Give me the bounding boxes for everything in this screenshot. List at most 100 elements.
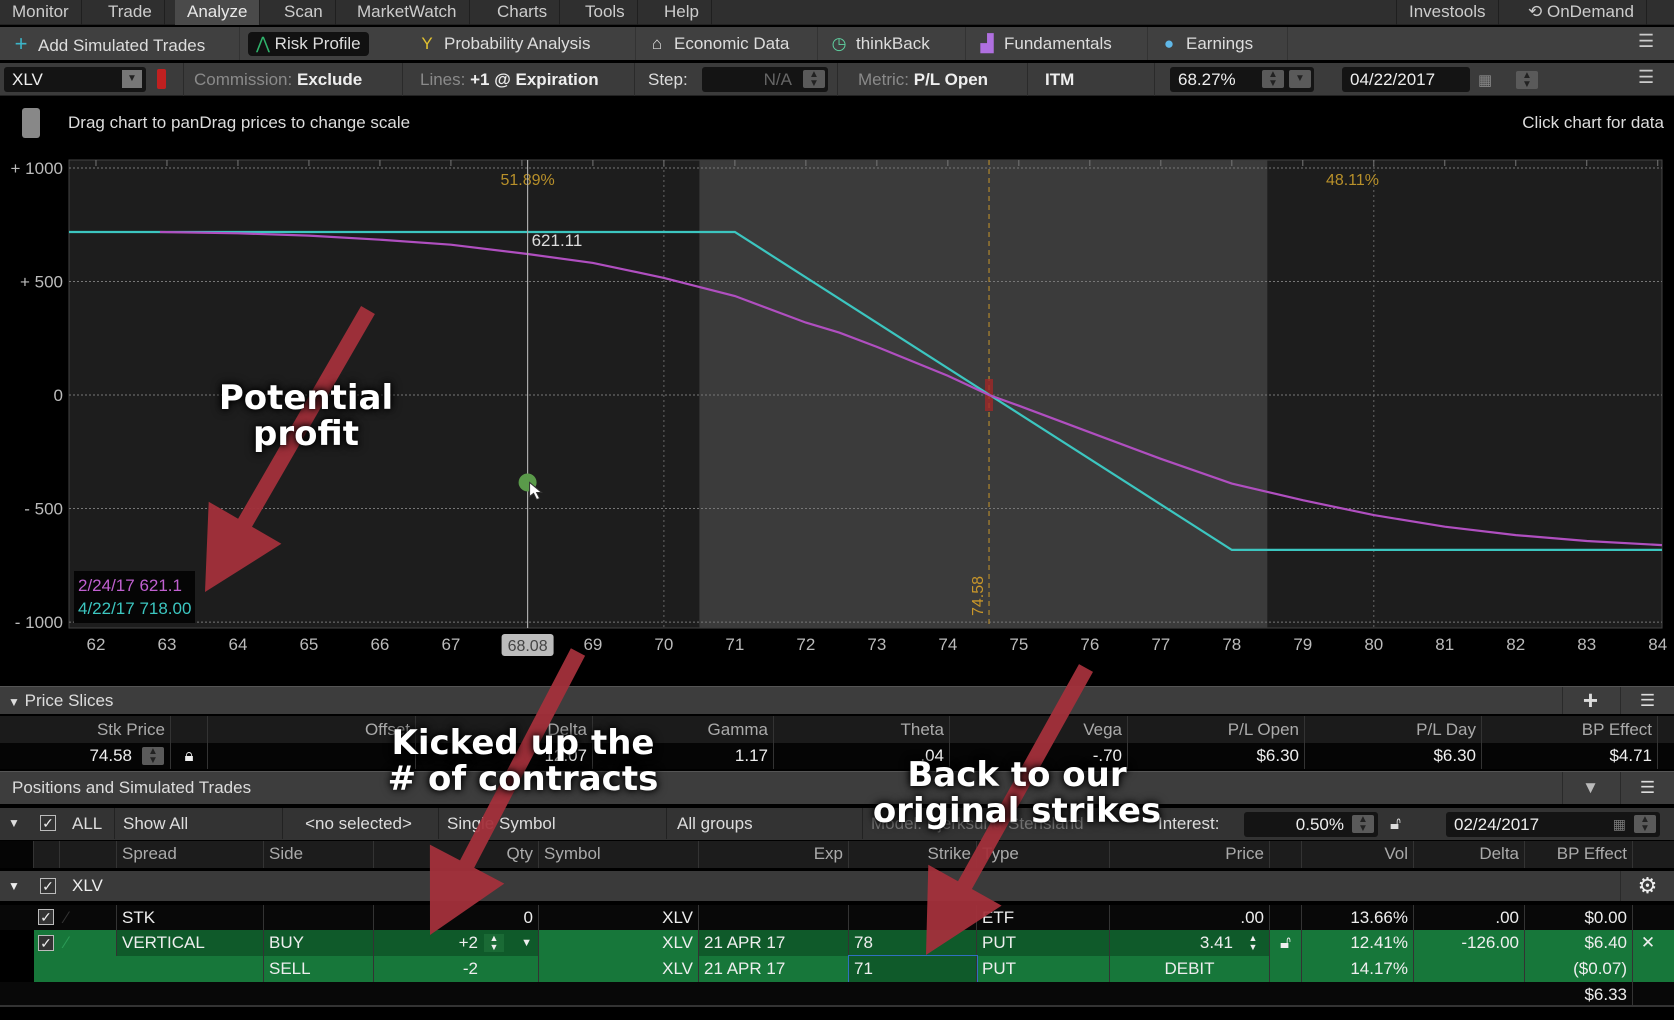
- spacer: [1270, 905, 1302, 930]
- selection-select[interactable]: <no selected>: [282, 808, 434, 839]
- group-row-xlv[interactable]: ▼ ✓ XLV ⚙: [0, 871, 1674, 901]
- remove-icon[interactable]: ✕: [1633, 930, 1663, 956]
- x-tick-label: 74: [938, 635, 957, 654]
- qty-stepper[interactable]: ▲ ▼: [484, 934, 504, 952]
- chart-mini-icon: ⁄: [60, 905, 117, 930]
- col-price[interactable]: Price: [1110, 841, 1270, 868]
- crosshair-value-label: 621.11: [532, 231, 583, 250]
- chevron-down-icon[interactable]: ▼: [521, 930, 532, 956]
- gear-icon[interactable]: ⚙: [1620, 871, 1674, 901]
- col-type[interactable]: Type: [977, 841, 1110, 868]
- col-exp[interactable]: Exp: [699, 841, 849, 868]
- x-tick-label: 77: [1151, 635, 1170, 654]
- group-checkbox[interactable]: ✓: [40, 878, 56, 894]
- x-tick-label: 78: [1222, 635, 1241, 654]
- col-symbol[interactable]: Symbol: [539, 841, 699, 868]
- annotation-line: Potential: [218, 378, 394, 418]
- positions-header[interactable]: Positions and Simulated Trades ▼ ☰: [0, 771, 1674, 804]
- x-tick-label: 76: [1080, 635, 1099, 654]
- bp-cell: $6.40: [1525, 930, 1633, 956]
- positions-menu-icon[interactable]: ☰: [1620, 772, 1674, 804]
- x-tick-label: 72: [796, 635, 815, 654]
- x-tick-label: 84: [1648, 635, 1667, 654]
- group-symbol: XLV: [72, 876, 103, 895]
- annotation-strikes: Back to our original strikes: [857, 757, 1177, 829]
- col-stk-price: Stk Price: [0, 716, 171, 743]
- positions-column-headers: Spread Side Qty Symbol Exp Strike Type P…: [0, 841, 1674, 868]
- risk-profile-chart[interactable]: + 1000 + 500 0 - 500 - 1000 62 63 64 65 66 67 69 70 7…: [0, 0, 1674, 680]
- x-tick-label: 73: [867, 635, 886, 654]
- add-slice-icon[interactable]: +: [1562, 687, 1618, 714]
- calendar-icon[interactable]: ▦: [1613, 812, 1626, 837]
- chevron-down-icon[interactable]: ▼: [8, 871, 20, 901]
- chevron-down-icon[interactable]: ▼: [8, 695, 20, 709]
- positions-total-row: $6.33: [0, 982, 1674, 1007]
- qty-cell[interactable]: 0: [374, 905, 539, 930]
- symbol-mode-select[interactable]: Single Symbol: [438, 808, 662, 839]
- spacer: [60, 841, 117, 868]
- select-all-checkbox[interactable]: ✓: [40, 815, 56, 831]
- row-checkbox[interactable]: ✓: [38, 935, 54, 951]
- price-slices-header[interactable]: ▼ Price Slices + ☰: [0, 686, 1674, 714]
- lock-icon[interactable]: 🔒︎: [171, 743, 208, 769]
- slices-menu-icon[interactable]: ☰: [1620, 687, 1674, 714]
- position-row-vertical-buy-cells: ✓ ⁄ VERTICAL BUY +2 ▲ ▼ ▼ XLV 21 APR 17 78 …: [0, 930, 1674, 956]
- position-row-stk[interactable]: ✓ ⁄ STK 0 XLV ETF .00 13.66% .00 $0.00: [0, 905, 1674, 930]
- analysis-date-input[interactable]: 02/24/2017 ▦ ▲ ▼: [1446, 812, 1660, 837]
- interest-input[interactable]: 0.50% ▲ ▼: [1244, 812, 1378, 837]
- analysis-date-value: 02/24/2017: [1454, 815, 1540, 834]
- col-spread[interactable]: Spread: [117, 841, 264, 868]
- annotation-potential-profit: Potential profit: [186, 380, 426, 452]
- vol-cell: 13.66%: [1302, 905, 1414, 930]
- exp-select[interactable]: 21 APR 17: [699, 930, 849, 956]
- qty-input[interactable]: +2 ▲ ▼ ▼: [374, 930, 539, 956]
- groups-select[interactable]: All groups: [666, 808, 856, 839]
- x-tick-label: 65: [299, 635, 318, 654]
- y-tick-label: - 1000: [15, 613, 63, 632]
- show-filter-select[interactable]: Show All: [114, 808, 278, 839]
- stk-price-input[interactable]: 74.58 ▲ ▼: [0, 743, 171, 769]
- exp-cell: 21 APR 17: [699, 956, 849, 982]
- type-cell: PUT: [977, 956, 1110, 982]
- annotation-line: Back to our: [907, 755, 1127, 795]
- strike-select[interactable]: 78: [849, 930, 977, 956]
- unlock-icon[interactable]: 🔓︎: [1270, 930, 1302, 956]
- collapse-icon[interactable]: ▼: [1562, 772, 1618, 804]
- interest-stepper[interactable]: ▲ ▼: [1352, 815, 1374, 834]
- y-tick-label: - 500: [24, 500, 63, 519]
- col-side[interactable]: Side: [264, 841, 374, 868]
- y-tick-label: + 500: [20, 272, 63, 291]
- x-tick-label: 75: [1009, 635, 1028, 654]
- col-strike[interactable]: Strike: [849, 841, 977, 868]
- symbol-cell: XLV: [539, 905, 699, 930]
- date-stepper[interactable]: ▲ ▼: [1634, 815, 1656, 834]
- chart-mini-icon: ⁄: [60, 930, 117, 956]
- price-cell: .00: [1110, 905, 1270, 930]
- vol-cell: 14.17%: [1302, 956, 1414, 982]
- qty-cell: -2: [374, 956, 539, 982]
- side-select[interactable]: BUY: [264, 930, 374, 956]
- symbol-cell: XLV: [539, 956, 699, 982]
- section-title: Price Slices: [24, 691, 114, 710]
- x-tick-label: 62: [87, 635, 106, 654]
- col-bp-effect: BP Effect: [1482, 716, 1658, 743]
- annotation-line: profit: [253, 414, 359, 454]
- stk-price-stepper[interactable]: ▲ ▼: [142, 747, 164, 766]
- chevron-down-icon[interactable]: ▼: [8, 808, 20, 839]
- col-qty[interactable]: Qty: [374, 841, 539, 868]
- price-slices-header-row: Stk Price Offset Delta Gamma Theta Vega …: [0, 716, 1674, 743]
- type-select[interactable]: PUT: [977, 930, 1110, 956]
- unlock-icon[interactable]: 🔓︎: [1390, 808, 1401, 839]
- price-stepper[interactable]: ▲ ▼: [1243, 934, 1263, 952]
- spread-select[interactable]: VERTICAL: [117, 930, 264, 956]
- col-bp-effect[interactable]: BP Effect: [1525, 841, 1633, 868]
- row-checkbox[interactable]: ✓: [38, 909, 54, 925]
- bp-effect-value: $4.71: [1482, 743, 1658, 769]
- price-input[interactable]: 3.41 ▲ ▼: [1110, 930, 1270, 956]
- one-sd-range: [699, 160, 1268, 628]
- strike-select[interactable]: 71: [848, 955, 978, 983]
- spacer: [171, 716, 208, 743]
- col-vol[interactable]: Vol: [1302, 841, 1414, 868]
- col-delta[interactable]: Delta: [1414, 841, 1525, 868]
- col-theta: Theta: [774, 716, 950, 743]
